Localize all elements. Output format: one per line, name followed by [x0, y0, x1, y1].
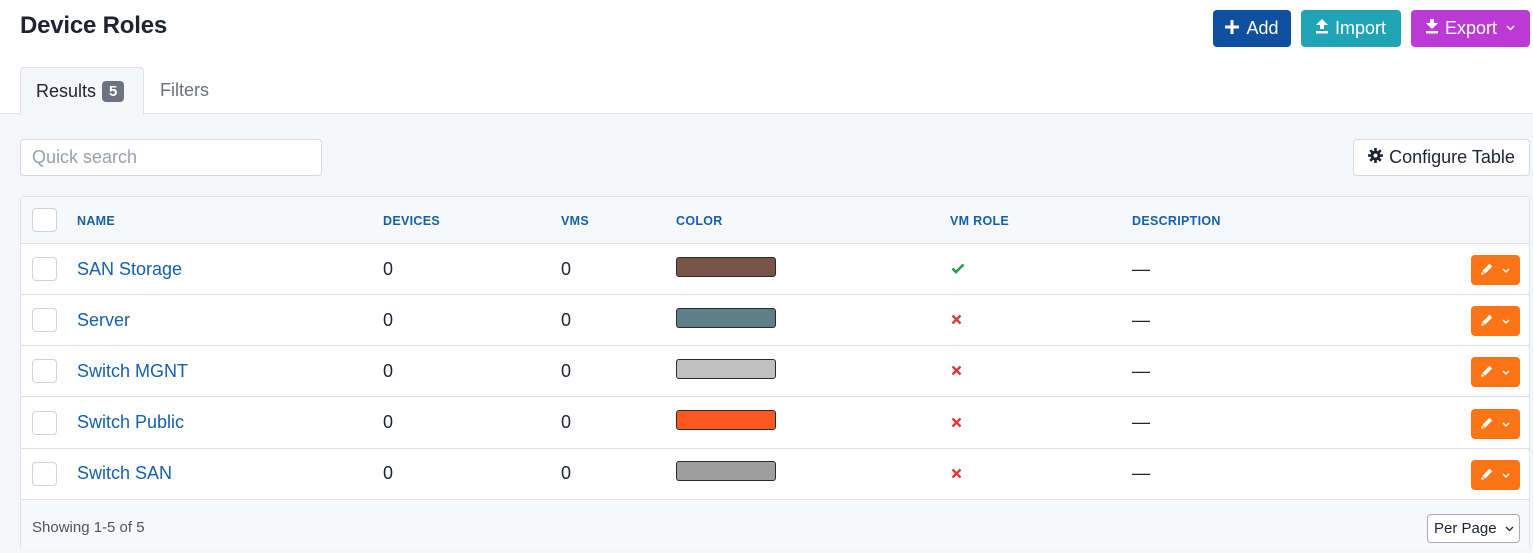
description-text: — — [1132, 309, 1150, 330]
chevron-down-icon — [1502, 265, 1510, 275]
column-header-description[interactable]: DESCRIPTION — [1132, 214, 1221, 228]
role-name-link[interactable]: Switch MGNT — [77, 361, 188, 382]
devices-count: 0 — [383, 309, 394, 330]
quick-search-input[interactable] — [20, 139, 322, 176]
table-footer: Showing 1-5 of 5 Per Page — [21, 500, 1529, 550]
edit-actions-button[interactable] — [1471, 357, 1520, 388]
row-checkbox[interactable] — [32, 308, 57, 333]
tab-results[interactable]: Results 5 — [20, 67, 144, 115]
table-row: Server 0 0 — — [21, 295, 1529, 347]
x-icon — [951, 361, 962, 381]
description-text: — — [1132, 412, 1150, 433]
edit-actions-button[interactable] — [1471, 408, 1520, 439]
description-text: — — [1132, 360, 1150, 381]
vms-count: 0 — [561, 360, 572, 381]
chevron-down-icon — [1506, 23, 1515, 34]
vms-count: 0 — [561, 412, 572, 433]
description-text: — — [1132, 463, 1150, 484]
color-swatch — [676, 410, 776, 431]
add-button-label: Add — [1246, 18, 1279, 38]
pencil-icon — [1481, 262, 1493, 278]
configure-table-button[interactable]: Configure Table — [1353, 139, 1530, 176]
table-header: NAME DEVICES VMS COLOR VM ROLE DESCRIPTI… — [21, 197, 1529, 244]
pencil-icon — [1481, 313, 1493, 329]
chevron-down-icon — [1502, 470, 1510, 480]
devices-count: 0 — [383, 463, 394, 484]
vms-count: 0 — [561, 309, 572, 330]
upload-icon — [1315, 18, 1328, 39]
edit-actions-button[interactable] — [1471, 255, 1520, 285]
column-header-vms[interactable]: VMS — [561, 214, 589, 228]
pencil-icon — [1481, 364, 1493, 380]
tab-filters-label: Filters — [160, 80, 209, 100]
page-header: Device Roles Add Import Export Results 5… — [0, 0, 1533, 115]
color-swatch — [676, 256, 776, 277]
column-header-devices[interactable]: DEVICES — [383, 214, 440, 228]
results-count-badge: 5 — [102, 80, 125, 102]
row-checkbox[interactable] — [32, 257, 57, 281]
column-header-color[interactable]: COLOR — [676, 214, 723, 228]
chevron-down-icon — [1505, 524, 1514, 534]
table-row: Switch MGNT 0 0 — — [21, 346, 1529, 398]
pencil-icon — [1481, 467, 1493, 483]
add-button[interactable]: Add — [1213, 10, 1291, 47]
pencil-icon — [1481, 416, 1493, 432]
chevron-down-icon — [1502, 419, 1510, 429]
select-all-checkbox[interactable] — [32, 208, 57, 232]
row-checkbox[interactable] — [32, 359, 57, 384]
import-button-label: Import — [1334, 18, 1386, 38]
import-button[interactable]: Import — [1301, 10, 1401, 47]
gear-icon — [1368, 147, 1384, 168]
color-swatch — [676, 307, 776, 328]
description-text: — — [1132, 258, 1150, 279]
configure-table-label: Configure Table — [1389, 147, 1515, 167]
devices-count: 0 — [383, 412, 394, 433]
column-header-vm-role[interactable]: VM ROLE — [950, 214, 1009, 228]
devices-count: 0 — [383, 258, 394, 279]
per-page-label: Per Page — [1434, 520, 1497, 537]
chevron-down-icon — [1502, 316, 1510, 326]
edit-actions-button[interactable] — [1471, 459, 1520, 490]
devices-count: 0 — [383, 360, 394, 381]
color-swatch — [676, 358, 776, 379]
role-name-link[interactable]: SAN Storage — [77, 259, 182, 280]
export-button[interactable]: Export — [1411, 10, 1530, 47]
device-roles-table: NAME DEVICES VMS COLOR VM ROLE DESCRIPTI… — [20, 196, 1530, 550]
x-icon — [951, 413, 962, 433]
edit-actions-button[interactable] — [1471, 306, 1520, 337]
chevron-down-icon — [1502, 367, 1510, 377]
export-button-label: Export — [1444, 18, 1498, 38]
x-icon — [951, 310, 962, 330]
plus-icon — [1225, 18, 1240, 39]
row-checkbox[interactable] — [32, 461, 57, 486]
role-name-link[interactable]: Server — [77, 310, 130, 331]
role-name-link[interactable]: Switch Public — [77, 412, 184, 433]
tab-filters[interactable]: Filters — [160, 67, 209, 114]
page-title: Device Roles — [20, 12, 168, 39]
table-row: Switch SAN 0 0 — — [21, 448, 1529, 500]
check-icon — [951, 259, 965, 279]
download-icon — [1425, 18, 1438, 39]
role-name-link[interactable]: Switch SAN — [77, 463, 172, 484]
per-page-select[interactable]: Per Page — [1427, 514, 1520, 543]
table-row: Switch Public 0 0 — — [21, 397, 1529, 449]
tab-results-label: Results — [36, 80, 97, 101]
x-icon — [951, 464, 962, 484]
pagination-summary: Showing 1-5 of 5 — [32, 519, 145, 536]
color-swatch — [676, 461, 776, 482]
vms-count: 0 — [561, 258, 572, 279]
table-row: SAN Storage 0 0 — — [21, 244, 1529, 295]
vms-count: 0 — [561, 463, 572, 484]
row-checkbox[interactable] — [32, 410, 57, 435]
column-header-name[interactable]: NAME — [77, 214, 115, 228]
